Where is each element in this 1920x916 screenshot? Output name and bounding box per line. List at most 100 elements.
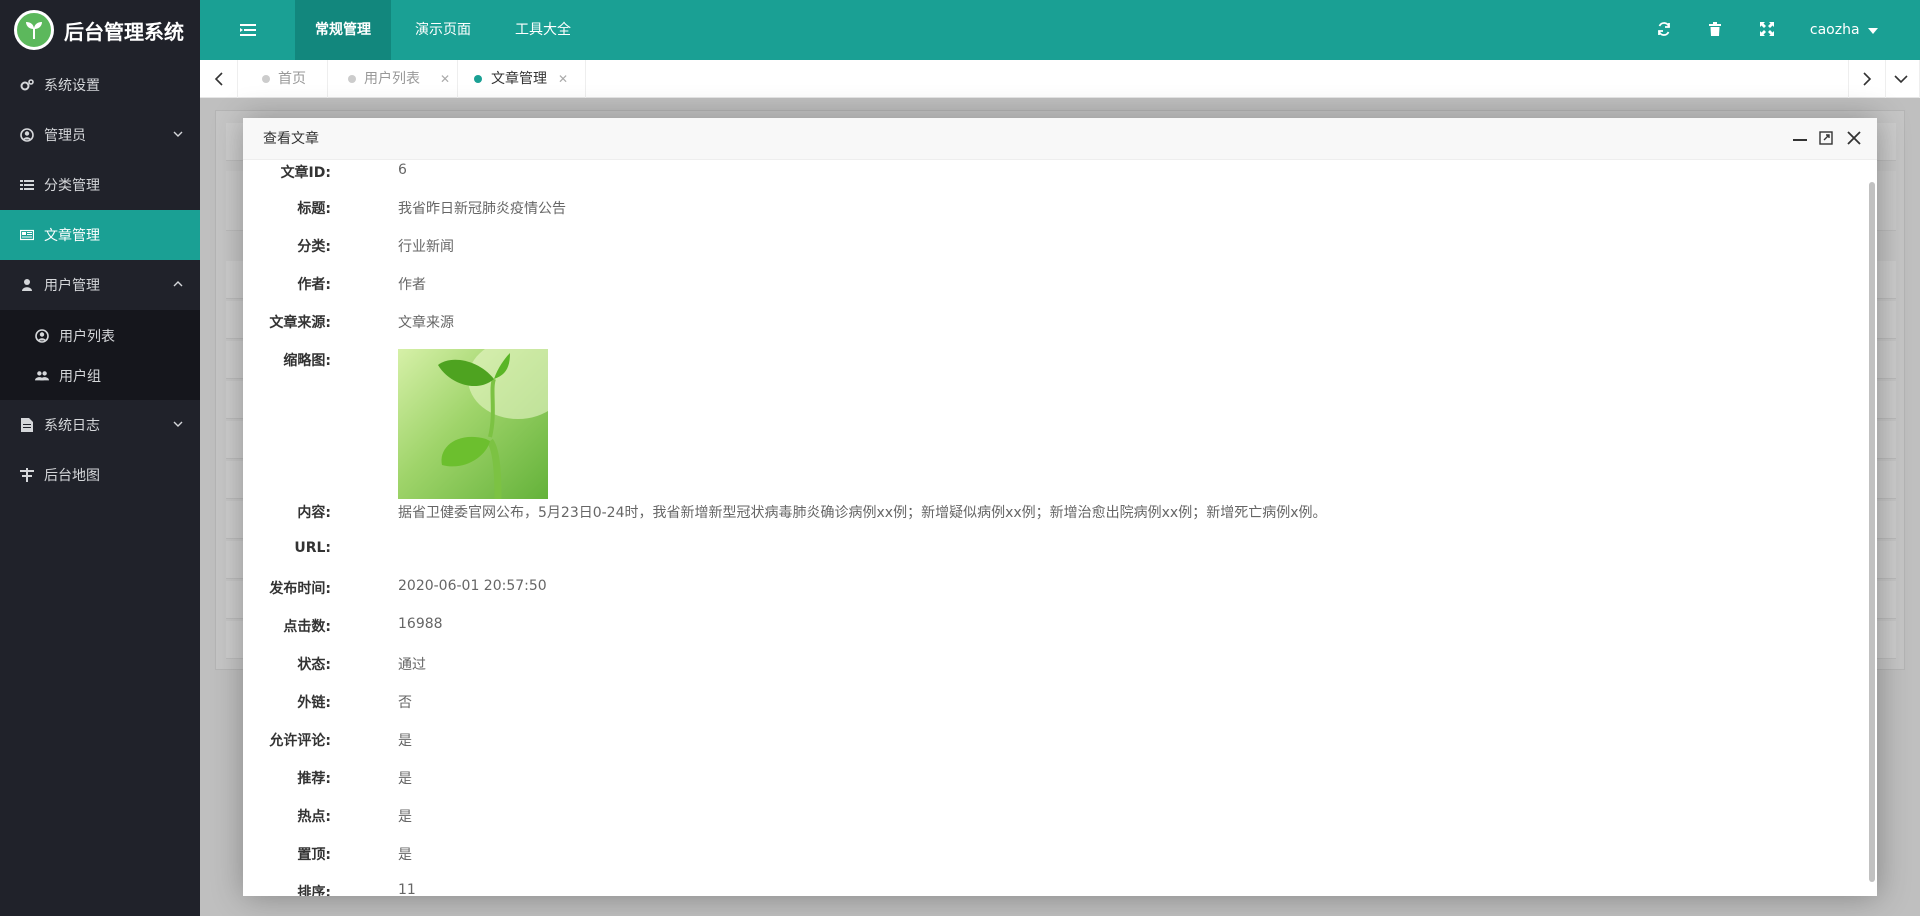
- field-row-title: 标题: 我省昨日新冠肺炎疫情公告: [243, 198, 1843, 236]
- page-tab-user-list[interactable]: 用户列表 ✕: [328, 60, 458, 98]
- view-article-modal: 查看文章 文章ID: 6 标题: 我省昨日新冠肺炎疫情公告 分类: 行业新闻 作…: [243, 118, 1877, 896]
- minimize-icon[interactable]: [1793, 132, 1807, 150]
- sidebar-item-system-log[interactable]: 系统日志: [0, 400, 200, 450]
- sidebar-item-user-group[interactable]: 用户组: [0, 356, 200, 396]
- close-icon[interactable]: ✕: [558, 60, 568, 98]
- field-row-hits: 点击数: 16988: [243, 616, 1843, 654]
- logo[interactable]: 后台管理系统: [0, 0, 200, 60]
- tab-regular-management[interactable]: 常规管理: [295, 0, 391, 60]
- file-icon: [20, 418, 34, 432]
- tab-dot-icon: [262, 75, 270, 83]
- sitemap-icon: [20, 468, 34, 482]
- sidebar-item-label: 用户管理: [44, 278, 100, 294]
- field-value: 行业新闻: [398, 239, 454, 255]
- field-row-allow-comment: 允许评论: 是: [243, 730, 1843, 768]
- field-label: 缩略图:: [283, 353, 331, 369]
- sidebar-item-admin[interactable]: 管理员: [0, 110, 200, 160]
- sidebar-item-user-list[interactable]: 用户列表: [0, 316, 200, 356]
- submenu-user-management: 用户列表 用户组: [0, 310, 200, 400]
- field-value: 是: [398, 733, 412, 749]
- field-label: 推荐:: [297, 771, 331, 787]
- sidebar-item-category[interactable]: 分类管理: [0, 160, 200, 210]
- page-tab-home[interactable]: 首页: [238, 60, 328, 98]
- tabs-scroll-right-button[interactable]: [1848, 60, 1886, 98]
- tab-tools[interactable]: 工具大全: [495, 0, 591, 60]
- close-icon[interactable]: ✕: [440, 60, 450, 98]
- field-label: 内容:: [297, 505, 331, 521]
- field-row-status: 状态: 通过: [243, 654, 1843, 692]
- page-tab-label: 首页: [278, 71, 306, 87]
- field-label: 状态:: [297, 657, 331, 673]
- page-tab-label: 文章管理: [491, 71, 547, 87]
- refresh-icon[interactable]: [1657, 22, 1671, 40]
- sidebar-item-label: 文章管理: [44, 228, 100, 244]
- close-icon[interactable]: [1847, 131, 1861, 149]
- sidebar-item-sitemap[interactable]: 后台地图: [0, 450, 200, 500]
- fullscreen-icon[interactable]: [1760, 22, 1774, 40]
- field-label: 点击数:: [283, 619, 331, 635]
- tab-dot-icon: [348, 75, 356, 83]
- field-row-recommend: 推荐: 是: [243, 768, 1843, 806]
- gears-icon: [20, 78, 34, 92]
- maximize-icon[interactable]: [1819, 131, 1833, 149]
- tabs-scroll-left-button[interactable]: [200, 60, 238, 98]
- modal-header: 查看文章: [243, 118, 1877, 160]
- field-label: 热点:: [297, 809, 331, 825]
- menu-toggle-icon[interactable]: [240, 22, 256, 42]
- sidebar-item-label: 系统设置: [44, 78, 100, 94]
- field-value: 2020-06-01 20:57:50: [398, 578, 547, 594]
- field-value: 文章来源: [398, 315, 454, 331]
- field-row-article-id: 文章ID: 6: [243, 162, 1843, 200]
- field-value: 是: [398, 847, 412, 863]
- field-label: 发布时间:: [269, 581, 331, 597]
- chevron-down-icon: [172, 128, 184, 144]
- top-header: 常规管理 演示页面 工具大全 caozha: [200, 0, 1920, 60]
- trash-icon[interactable]: [1709, 22, 1721, 40]
- field-value: 据省卫健委官网公布，5月23日0-24时，我省新增新型冠状病毒肺炎确诊病例xx例…: [398, 505, 1327, 521]
- field-label: 排序:: [297, 885, 331, 896]
- list-icon: [20, 178, 34, 192]
- field-value: 通过: [398, 657, 426, 673]
- field-label: 标题:: [297, 201, 331, 217]
- field-label: 文章ID:: [280, 165, 331, 181]
- field-value: 否: [398, 695, 412, 711]
- page-tabs-bar: 首页 用户列表 ✕ 文章管理 ✕: [200, 60, 1920, 98]
- sidebar-item-system-settings[interactable]: 系统设置: [0, 60, 200, 110]
- tab-dot-icon: [474, 75, 482, 83]
- username: caozha: [1809, 22, 1860, 38]
- field-value: 我省昨日新冠肺炎疫情公告: [398, 201, 566, 217]
- field-row-sort: 排序: 11: [243, 882, 1843, 896]
- field-row-author: 作者: 作者: [243, 274, 1843, 312]
- user-icon: [20, 278, 34, 292]
- modal-body: 文章ID: 6 标题: 我省昨日新冠肺炎疫情公告 分类: 行业新闻 作者: 作者…: [243, 160, 1877, 896]
- tab-demo-pages[interactable]: 演示页面: [395, 0, 491, 60]
- field-row-top: 置顶: 是: [243, 844, 1843, 882]
- field-label: 外链:: [297, 695, 331, 711]
- field-row-thumbnail: 缩略图:: [243, 349, 1843, 500]
- user-circle-icon: [20, 128, 34, 142]
- sidebar-item-label: 系统日志: [44, 418, 100, 434]
- field-value: 16988: [398, 616, 443, 632]
- modal-scrollbar[interactable]: [1869, 182, 1875, 882]
- sidebar-item-user-management[interactable]: 用户管理: [0, 260, 200, 310]
- field-row-source: 文章来源: 文章来源: [243, 312, 1843, 350]
- tabs-dropdown-button[interactable]: [1882, 60, 1920, 98]
- chevron-down-icon: [172, 418, 184, 434]
- sidebar: 后台管理系统 系统设置 管理员 分类管理 文章管理 用户管理 用户列表 用户组 …: [0, 0, 200, 916]
- newspaper-icon: [20, 228, 34, 242]
- users-icon: [35, 369, 49, 383]
- field-row-publish-time: 发布时间: 2020-06-01 20:57:50: [243, 578, 1843, 616]
- page-tab-article-management[interactable]: 文章管理 ✕: [458, 60, 586, 98]
- sprout-image: [438, 349, 548, 499]
- thumbnail-image[interactable]: [398, 349, 548, 499]
- field-row-content: 内容: 据省卫健委官网公布，5月23日0-24时，我省新增新型冠状病毒肺炎确诊病…: [243, 502, 1843, 540]
- user-circle-icon: [35, 329, 49, 343]
- user-menu[interactable]: caozha: [1810, 0, 1878, 60]
- sidebar-item-label: 后台地图: [44, 468, 100, 484]
- sidebar-item-article[interactable]: 文章管理: [0, 210, 200, 260]
- chevron-up-icon: [172, 278, 184, 294]
- sidebar-item-label: 用户组: [59, 369, 101, 385]
- sidebar-item-label: 管理员: [44, 128, 86, 144]
- caret-down-icon: [1868, 0, 1878, 60]
- field-row-external-link: 外链: 否: [243, 692, 1843, 730]
